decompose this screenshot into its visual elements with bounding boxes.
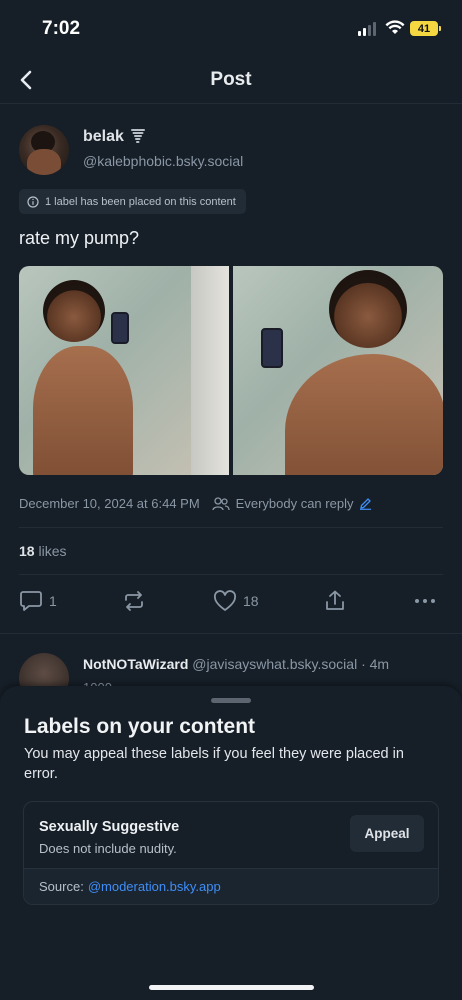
comment-icon — [20, 591, 42, 611]
label-source-prefix: Source: — [39, 879, 84, 894]
reply-time: · 4m — [361, 656, 390, 672]
like-count: 18 — [243, 593, 259, 609]
share-button[interactable] — [323, 590, 347, 612]
info-circle-icon — [27, 195, 39, 208]
reply-display-name[interactable]: NotNOTaWizard — [83, 656, 188, 672]
label-chip-text: 1 label has been placed on this content — [45, 195, 236, 208]
reply-count: 1 — [49, 593, 57, 609]
sheet-title: Labels on your content — [24, 715, 256, 738]
reply-item[interactable]: NotNOTaWizard @javisayswhat.bsky.social … — [0, 633, 462, 703]
author-avatar[interactable] — [19, 125, 69, 175]
nav-header: Post — [0, 58, 462, 104]
status-bar: 7:02 41 — [0, 0, 462, 58]
label-source: Source: @moderation.bsky.app — [24, 868, 438, 904]
sheet-description: You may appeal these labels if you feel … — [24, 746, 404, 782]
post-text: rate my pump? — [19, 228, 140, 248]
more-options-button[interactable] — [413, 590, 437, 612]
post-meta: December 10, 2024 at 6:44 PM Everybody c… — [19, 496, 372, 511]
reply-setting[interactable]: Everybody can reply — [212, 496, 373, 511]
label-card: Sexually Suggestive Does not include nud… — [23, 801, 439, 905]
label-source-link[interactable]: @moderation.bsky.app — [88, 879, 221, 894]
post-images — [19, 266, 443, 475]
reply-button[interactable]: 1 — [19, 590, 57, 612]
label-description: Does not include nudity. — [39, 841, 177, 856]
repost-icon — [125, 591, 143, 611]
author-handle[interactable]: @kalebphobic.bsky.social — [83, 153, 243, 169]
repost-button[interactable] — [122, 590, 146, 612]
pencil-icon[interactable] — [359, 497, 372, 510]
battery-indicator: 41 — [410, 21, 441, 36]
reply-header: NotNOTaWizard @javisayswhat.bsky.social … — [83, 656, 389, 672]
share-icon — [326, 590, 344, 610]
reply-setting-text: Everybody can reply — [235, 496, 354, 511]
content-label-chip[interactable]: 1 label has been placed on this content — [19, 189, 246, 214]
wifi-icon — [385, 20, 405, 34]
cellular-signal-icon — [358, 22, 376, 36]
post-image-1[interactable] — [19, 266, 229, 475]
author-display-name[interactable]: belak — [83, 128, 146, 146]
page-title: Post — [210, 69, 252, 90]
heart-icon — [213, 590, 237, 611]
tornado-emoji-icon — [131, 129, 146, 143]
post-timestamp: December 10, 2024 at 6:44 PM — [19, 496, 200, 511]
reply-handle[interactable]: @javisayswhat.bsky.social — [192, 656, 357, 672]
divider — [19, 574, 443, 575]
display-name-text: belak — [83, 128, 124, 145]
likes-count: 18 — [19, 543, 35, 559]
appeal-button[interactable]: Appeal — [350, 815, 424, 852]
post-image-2[interactable] — [233, 266, 443, 475]
label-name: Sexually Suggestive — [39, 819, 180, 835]
likes-summary[interactable]: 18 likes — [19, 543, 66, 559]
home-indicator[interactable] — [149, 985, 314, 990]
likes-label: likes — [38, 543, 67, 559]
divider — [19, 527, 443, 528]
ellipsis-icon — [415, 599, 435, 603]
like-button[interactable]: 18 — [213, 590, 259, 612]
sheet-drag-handle[interactable] — [211, 698, 251, 703]
status-time: 7:02 — [42, 18, 81, 39]
people-icon — [212, 496, 230, 510]
post-actions: 1 18 — [19, 590, 443, 616]
labels-bottom-sheet: Labels on your content You may appeal th… — [0, 686, 462, 1000]
